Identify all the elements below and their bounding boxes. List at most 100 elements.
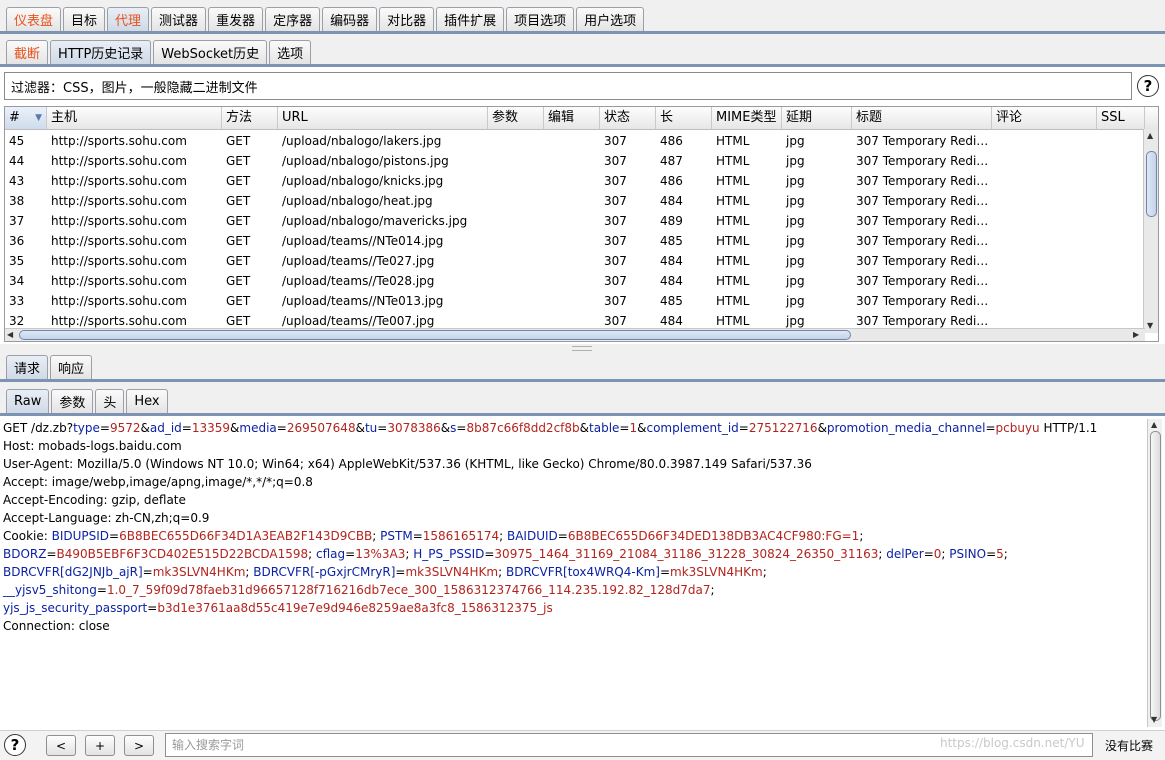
cell-title: 307 Temporary Redi… — [856, 174, 989, 188]
param-value: 3078386 — [387, 421, 441, 435]
cell-params — [488, 271, 544, 291]
main-tab-8[interactable]: 插件扩展 — [436, 7, 505, 31]
main-tab-3[interactable]: 测试器 — [151, 7, 207, 31]
cell-num: 36 — [9, 234, 25, 248]
editor-scroll-up-arrow-icon[interactable]: ▲ — [1151, 420, 1157, 430]
column-header-method[interactable]: 方法 — [222, 107, 278, 129]
pane-splitter[interactable] — [0, 344, 1165, 352]
view-tab-0[interactable]: Raw — [6, 389, 50, 413]
view-tab-bar: Raw 参数 头 Hex — [0, 382, 1165, 414]
column-header-host[interactable]: 主机 — [47, 107, 222, 129]
column-header-ssl[interactable]: SSL — [1097, 107, 1145, 129]
request-text: = — [619, 421, 630, 435]
column-header-mime[interactable]: MIME类型 — [712, 107, 782, 129]
column-header-num[interactable]: # ▼ — [5, 107, 47, 129]
cell-url: /upload/teams//Te027.jpg — [282, 254, 435, 268]
request-line: Accept-Encoding: gzip, deflate — [0, 491, 1147, 509]
scroll-left-arrow-icon[interactable]: ◀ — [7, 330, 13, 340]
request-text: = — [345, 547, 356, 561]
column-header-title[interactable]: 标题 — [852, 107, 992, 129]
table-row[interactable]: 37 http://sports.sohu.com GET/upload/nbalo… — [5, 211, 1145, 231]
request-text: = — [659, 565, 671, 579]
request-line: User-Agent: Mozilla/5.0 (Windows NT 10.0… — [0, 455, 1147, 473]
editor-vertical-scrollbar[interactable]: ▲ ▼ — [1147, 419, 1162, 727]
search-help-icon[interactable]: ? — [4, 734, 26, 756]
table-vertical-scrollbar[interactable]: ▲ ▼ — [1143, 129, 1158, 333]
column-header-length[interactable]: 长 — [656, 107, 712, 129]
cell-method: GET — [226, 134, 251, 148]
raw-request-editor[interactable]: GET /dz.zb?type=9572&ad_id=13359&media=2… — [0, 419, 1147, 730]
next-match-button[interactable]: > — [124, 735, 154, 756]
table-row[interactable]: 36 http://sports.sohu.com GET/upload/teams… — [5, 231, 1145, 251]
table-row[interactable]: 35 http://sports.sohu.com GET/upload/teams… — [5, 251, 1145, 271]
message-tab-0[interactable]: 请求 — [6, 355, 49, 379]
cell-comment — [992, 191, 1097, 211]
column-header-params[interactable]: 参数 — [488, 107, 544, 129]
table-vertical-scroll-thumb[interactable] — [1146, 151, 1157, 217]
main-tab-10[interactable]: 用户选项 — [576, 7, 645, 31]
column-header-ext[interactable]: 延期 — [782, 107, 852, 129]
main-tab-6[interactable]: 编码器 — [322, 7, 378, 31]
request-text: User-Agent: Mozilla/5.0 (Windows NT 10.0… — [3, 457, 812, 471]
help-icon[interactable]: ? — [1137, 75, 1159, 97]
table-row[interactable]: 34 http://sports.sohu.com GET/upload/teams… — [5, 271, 1145, 291]
proxy-tab-1[interactable]: HTTP历史记录 — [50, 40, 152, 64]
main-tab-9[interactable]: 项目选项 — [506, 7, 575, 31]
watermark-text: https://blog.csdn.net/YU — [940, 736, 1085, 750]
cell-status: 307 — [604, 194, 627, 208]
cell-host: http://sports.sohu.com — [51, 214, 187, 228]
scroll-up-arrow-icon[interactable]: ▲ — [1147, 131, 1153, 141]
cell-ext: jpg — [786, 154, 805, 168]
main-tab-5[interactable]: 定序器 — [265, 7, 321, 31]
proxy-tab-3[interactable]: 选项 — [269, 40, 312, 64]
message-tab-1[interactable]: 响应 — [50, 355, 93, 379]
proxy-tab-2[interactable]: WebSocket历史 — [153, 40, 268, 64]
param-value: mk3SLVN4HKm — [152, 565, 246, 579]
table-horizontal-scrollbar[interactable]: ◀ ▶ — [5, 328, 1145, 341]
column-header-edited[interactable]: 编辑 — [544, 107, 600, 129]
cell-length: 485 — [660, 294, 683, 308]
request-text: = — [557, 529, 568, 543]
request-text: = — [985, 421, 996, 435]
editor-scroll-down-arrow-icon[interactable]: ▼ — [1151, 715, 1157, 725]
editor-scroll-thumb[interactable] — [1150, 431, 1161, 721]
main-tabs: 仪表盘 目标 代理 测试器 重发器 定序器 编码器 对比器 插件扩展 项目选项 用户选项 — [0, 0, 1165, 31]
table-row[interactable]: 38 http://sports.sohu.com GET/upload/nbalo… — [5, 191, 1145, 211]
table-row[interactable]: 43 http://sports.sohu.com GET/upload/nbalo… — [5, 171, 1145, 191]
request-text: = — [109, 529, 120, 543]
column-header-comment[interactable]: 评论 — [992, 107, 1097, 129]
column-header-url[interactable]: URL — [278, 107, 488, 129]
table-row[interactable]: 33 http://sports.sohu.com GET/upload/teams… — [5, 291, 1145, 311]
param-name: delPer — [886, 547, 924, 561]
cell-ssl — [1097, 271, 1145, 291]
view-tab-1[interactable]: 参数 — [51, 389, 94, 413]
column-header-status[interactable]: 状态 — [600, 107, 656, 129]
cell-url: /upload/nbalogo/heat.jpg — [282, 194, 433, 208]
main-tab-1[interactable]: 目标 — [63, 7, 106, 31]
request-text: Accept-Language: zh-CN,zh;q=0.9 — [3, 511, 210, 525]
add-button[interactable]: + — [85, 735, 115, 756]
scroll-right-arrow-icon[interactable]: ▶ — [1133, 330, 1139, 340]
cell-num: 38 — [9, 194, 25, 208]
main-tab-2[interactable]: 代理 — [107, 7, 150, 31]
cell-host: http://sports.sohu.com — [51, 194, 187, 208]
main-tab-0[interactable]: 仪表盘 — [6, 7, 62, 31]
cell-length: 484 — [660, 194, 683, 208]
scroll-down-arrow-icon[interactable]: ▼ — [1147, 321, 1153, 331]
cell-method: GET — [226, 194, 251, 208]
proxy-tab-0[interactable]: 截断 — [6, 40, 49, 64]
cell-length: 486 — [660, 134, 683, 148]
view-tab-2[interactable]: 头 — [95, 389, 125, 413]
main-tab-4[interactable]: 重发器 — [208, 7, 264, 31]
view-tab-3[interactable]: Hex — [126, 389, 168, 413]
table-row[interactable]: 44 http://sports.sohu.com GET/upload/nbalo… — [5, 151, 1145, 171]
main-tab-label: 编码器 — [330, 14, 370, 29]
table-horizontal-scroll-thumb[interactable] — [19, 330, 851, 340]
table-row[interactable]: 45 http://sports.sohu.com GET/upload/nbalo… — [5, 131, 1145, 151]
cell-method: GET — [226, 294, 251, 308]
filter-bar[interactable]: 过滤器：CSS，图片，一般隐藏二进制文件 — [4, 72, 1132, 100]
cell-status: 307 — [604, 234, 627, 248]
main-tab-7[interactable]: 对比器 — [379, 7, 435, 31]
view-tab-label: 参数 — [59, 396, 86, 411]
previous-match-button[interactable]: < — [46, 735, 76, 756]
